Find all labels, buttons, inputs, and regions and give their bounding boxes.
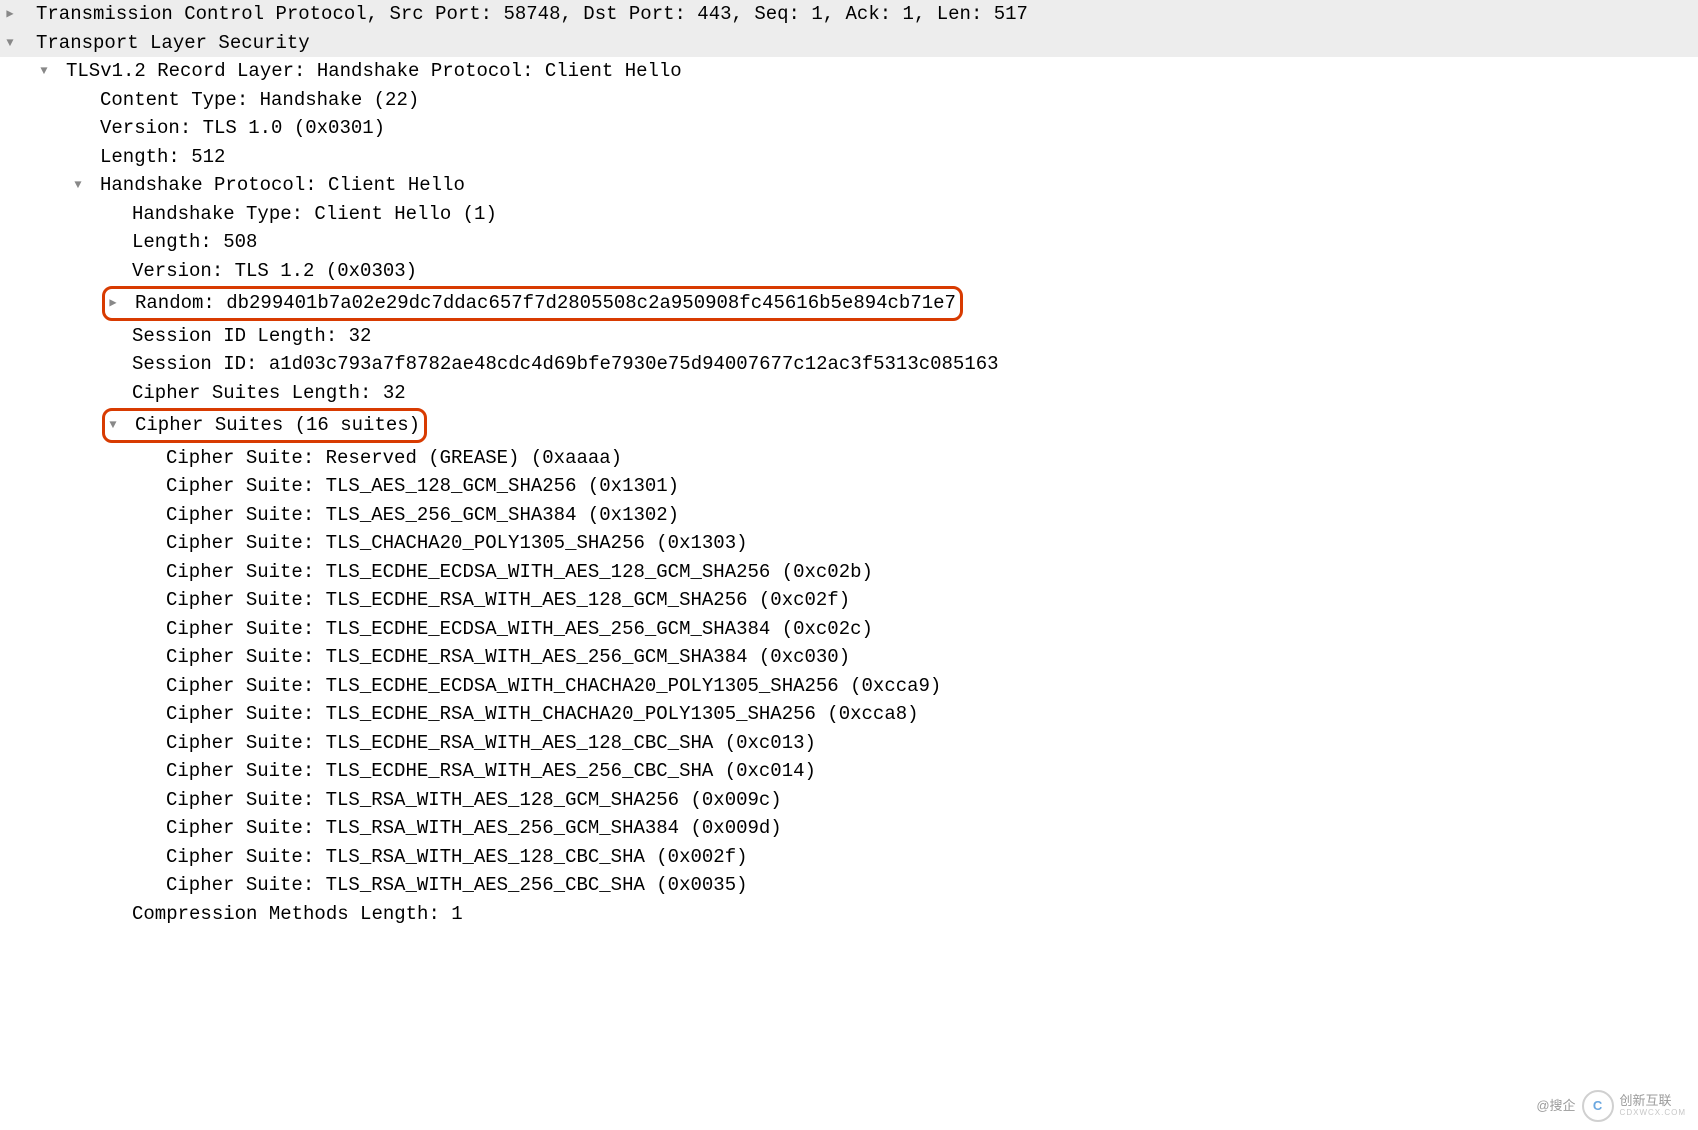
- cipher-suite-label: Cipher Suite: TLS_ECDHE_ECDSA_WITH_AES_2…: [166, 615, 873, 644]
- tree-row-cipher-suite[interactable]: Cipher Suite: TLS_RSA_WITH_AES_128_GCM_S…: [0, 786, 1698, 815]
- watermark-logo-icon: C: [1582, 1090, 1614, 1122]
- tree-row-handshake-protocol[interactable]: ▼ Handshake Protocol: Client Hello: [0, 171, 1698, 200]
- cipher-suite-label: Cipher Suite: TLS_RSA_WITH_AES_128_CBC_S…: [166, 843, 748, 872]
- tree-row-cipher-suite[interactable]: Cipher Suite: TLS_ECDHE_RSA_WITH_AES_128…: [0, 586, 1698, 615]
- cipher-suite-label: Cipher Suite: TLS_ECDHE_RSA_WITH_CHACHA2…: [166, 700, 919, 729]
- tree-row-cipher-suite[interactable]: Cipher Suite: TLS_ECDHE_RSA_WITH_AES_256…: [0, 757, 1698, 786]
- highlight-box-cipher-suites: ▼ Cipher Suites (16 suites): [102, 408, 427, 443]
- tree-row-cipher-suite[interactable]: Cipher Suite: TLS_ECDHE_ECDSA_WITH_AES_1…: [0, 558, 1698, 587]
- tree-row-compression-methods-length[interactable]: Compression Methods Length: 1: [0, 900, 1698, 929]
- watermark: @搜企 C 创新互联 CDXWCX.COM: [1536, 1090, 1686, 1122]
- compression-methods-length-label: Compression Methods Length: 1: [132, 900, 463, 929]
- tree-row-cipher-suites[interactable]: ▼ Cipher Suites (16 suites): [0, 408, 1698, 443]
- tree-row-tls[interactable]: ▼ Transport Layer Security: [0, 29, 1698, 58]
- record-layer-label: TLSv1.2 Record Layer: Handshake Protocol…: [66, 57, 682, 86]
- tree-row-cipher-suite[interactable]: Cipher Suite: TLS_ECDHE_RSA_WITH_AES_128…: [0, 729, 1698, 758]
- cipher-suite-label: Cipher Suite: TLS_AES_128_GCM_SHA256 (0x…: [166, 472, 679, 501]
- tree-row-cipher-suite[interactable]: Cipher Suite: TLS_ECDHE_RSA_WITH_CHACHA2…: [0, 700, 1698, 729]
- session-id-length-label: Session ID Length: 32: [132, 322, 371, 351]
- chevron-down-icon[interactable]: ▼: [2, 34, 18, 52]
- cipher-suite-label: Cipher Suite: Reserved (GREASE) (0xaaaa): [166, 444, 622, 473]
- cipher-suite-label: Cipher Suite: TLS_RSA_WITH_AES_256_CBC_S…: [166, 871, 748, 900]
- version-handshake-label: Version: TLS 1.2 (0x0303): [132, 257, 417, 286]
- tree-row-cipher-suite[interactable]: Cipher Suite: TLS_AES_256_GCM_SHA384 (0x…: [0, 501, 1698, 530]
- highlight-box-random: ▶ Random: db299401b7a02e29dc7ddac657f7d2…: [102, 286, 963, 321]
- cipher-suite-label: Cipher Suite: TLS_AES_256_GCM_SHA384 (0x…: [166, 501, 679, 530]
- tree-row-cipher-suite[interactable]: Cipher Suite: TLS_AES_128_GCM_SHA256 (0x…: [0, 472, 1698, 501]
- cipher-suite-label: Cipher Suite: TLS_ECDHE_RSA_WITH_AES_256…: [166, 643, 850, 672]
- length-handshake-label: Length: 508: [132, 228, 257, 257]
- handshake-protocol-label: Handshake Protocol: Client Hello: [100, 171, 465, 200]
- chevron-down-icon[interactable]: ▼: [105, 416, 121, 434]
- tree-row-handshake-type[interactable]: Handshake Type: Client Hello (1): [0, 200, 1698, 229]
- tree-row-cipher-suites-length[interactable]: Cipher Suites Length: 32: [0, 379, 1698, 408]
- tcp-header-label: Transmission Control Protocol, Src Port:…: [36, 0, 1028, 29]
- length-record-label: Length: 512: [100, 143, 225, 172]
- cipher-suites-header-label: Cipher Suites (16 suites): [135, 411, 420, 440]
- tree-row-version-handshake[interactable]: Version: TLS 1.2 (0x0303): [0, 257, 1698, 286]
- tree-row-cipher-suite[interactable]: Cipher Suite: TLS_ECDHE_RSA_WITH_AES_256…: [0, 643, 1698, 672]
- session-id-label: Session ID: a1d03c793a7f8782ae48cdc4d69b…: [132, 350, 999, 379]
- cipher-suite-label: Cipher Suite: TLS_CHACHA20_POLY1305_SHA2…: [166, 529, 748, 558]
- chevron-down-icon[interactable]: ▼: [70, 176, 86, 194]
- cipher-suite-label: Cipher Suite: TLS_ECDHE_ECDSA_WITH_AES_1…: [166, 558, 873, 587]
- random-label: Random: db299401b7a02e29dc7ddac657f7d280…: [135, 289, 956, 318]
- cipher-suite-label: Cipher Suite: TLS_ECDHE_RSA_WITH_AES_128…: [166, 586, 850, 615]
- watermark-text: 创新互联 CDXWCX.COM: [1620, 1094, 1686, 1117]
- tree-row-session-id-length[interactable]: Session ID Length: 32: [0, 322, 1698, 351]
- watermark-brand: 创新互联: [1620, 1094, 1686, 1108]
- tree-row-cipher-suite[interactable]: Cipher Suite: TLS_CHACHA20_POLY1305_SHA2…: [0, 529, 1698, 558]
- cipher-suites-length-label: Cipher Suites Length: 32: [132, 379, 406, 408]
- tree-row-tcp[interactable]: ▶ Transmission Control Protocol, Src Por…: [0, 0, 1698, 29]
- tree-row-cipher-suite[interactable]: Cipher Suite: TLS_ECDHE_ECDSA_WITH_CHACH…: [0, 672, 1698, 701]
- cipher-suite-label: Cipher Suite: TLS_RSA_WITH_AES_128_GCM_S…: [166, 786, 782, 815]
- content-type-label: Content Type: Handshake (22): [100, 86, 419, 115]
- tree-row-length-record[interactable]: Length: 512: [0, 143, 1698, 172]
- version-record-label: Version: TLS 1.0 (0x0301): [100, 114, 385, 143]
- cipher-suite-label: Cipher Suite: TLS_ECDHE_RSA_WITH_AES_128…: [166, 729, 816, 758]
- watermark-sub: CDXWCX.COM: [1620, 1109, 1686, 1118]
- chevron-right-icon[interactable]: ▶: [2, 5, 18, 23]
- tree-row-cipher-suite[interactable]: Cipher Suite: TLS_RSA_WITH_AES_256_GCM_S…: [0, 814, 1698, 843]
- tree-row-cipher-suite[interactable]: Cipher Suite: TLS_ECDHE_ECDSA_WITH_AES_2…: [0, 615, 1698, 644]
- tree-row-length-handshake[interactable]: Length: 508: [0, 228, 1698, 257]
- watermark-tag: @搜企: [1536, 1096, 1575, 1116]
- tree-row-cipher-suite[interactable]: Cipher Suite: TLS_RSA_WITH_AES_256_CBC_S…: [0, 871, 1698, 900]
- tree-row-cipher-suite[interactable]: Cipher Suite: Reserved (GREASE) (0xaaaa): [0, 444, 1698, 473]
- tls-header-label: Transport Layer Security: [36, 29, 310, 58]
- tree-row-session-id[interactable]: Session ID: a1d03c793a7f8782ae48cdc4d69b…: [0, 350, 1698, 379]
- cipher-suite-label: Cipher Suite: TLS_ECDHE_RSA_WITH_AES_256…: [166, 757, 816, 786]
- tree-row-random[interactable]: ▶ Random: db299401b7a02e29dc7ddac657f7d2…: [0, 286, 1698, 321]
- tree-row-cipher-suite[interactable]: Cipher Suite: TLS_RSA_WITH_AES_128_CBC_S…: [0, 843, 1698, 872]
- tree-row-record-layer[interactable]: ▼ TLSv1.2 Record Layer: Handshake Protoc…: [0, 57, 1698, 86]
- handshake-type-label: Handshake Type: Client Hello (1): [132, 200, 497, 229]
- tree-row-content-type[interactable]: Content Type: Handshake (22): [0, 86, 1698, 115]
- chevron-down-icon[interactable]: ▼: [36, 62, 52, 80]
- cipher-suite-label: Cipher Suite: TLS_RSA_WITH_AES_256_GCM_S…: [166, 814, 782, 843]
- tree-row-version-record[interactable]: Version: TLS 1.0 (0x0301): [0, 114, 1698, 143]
- chevron-right-icon[interactable]: ▶: [105, 294, 121, 312]
- cipher-suite-label: Cipher Suite: TLS_ECDHE_ECDSA_WITH_CHACH…: [166, 672, 941, 701]
